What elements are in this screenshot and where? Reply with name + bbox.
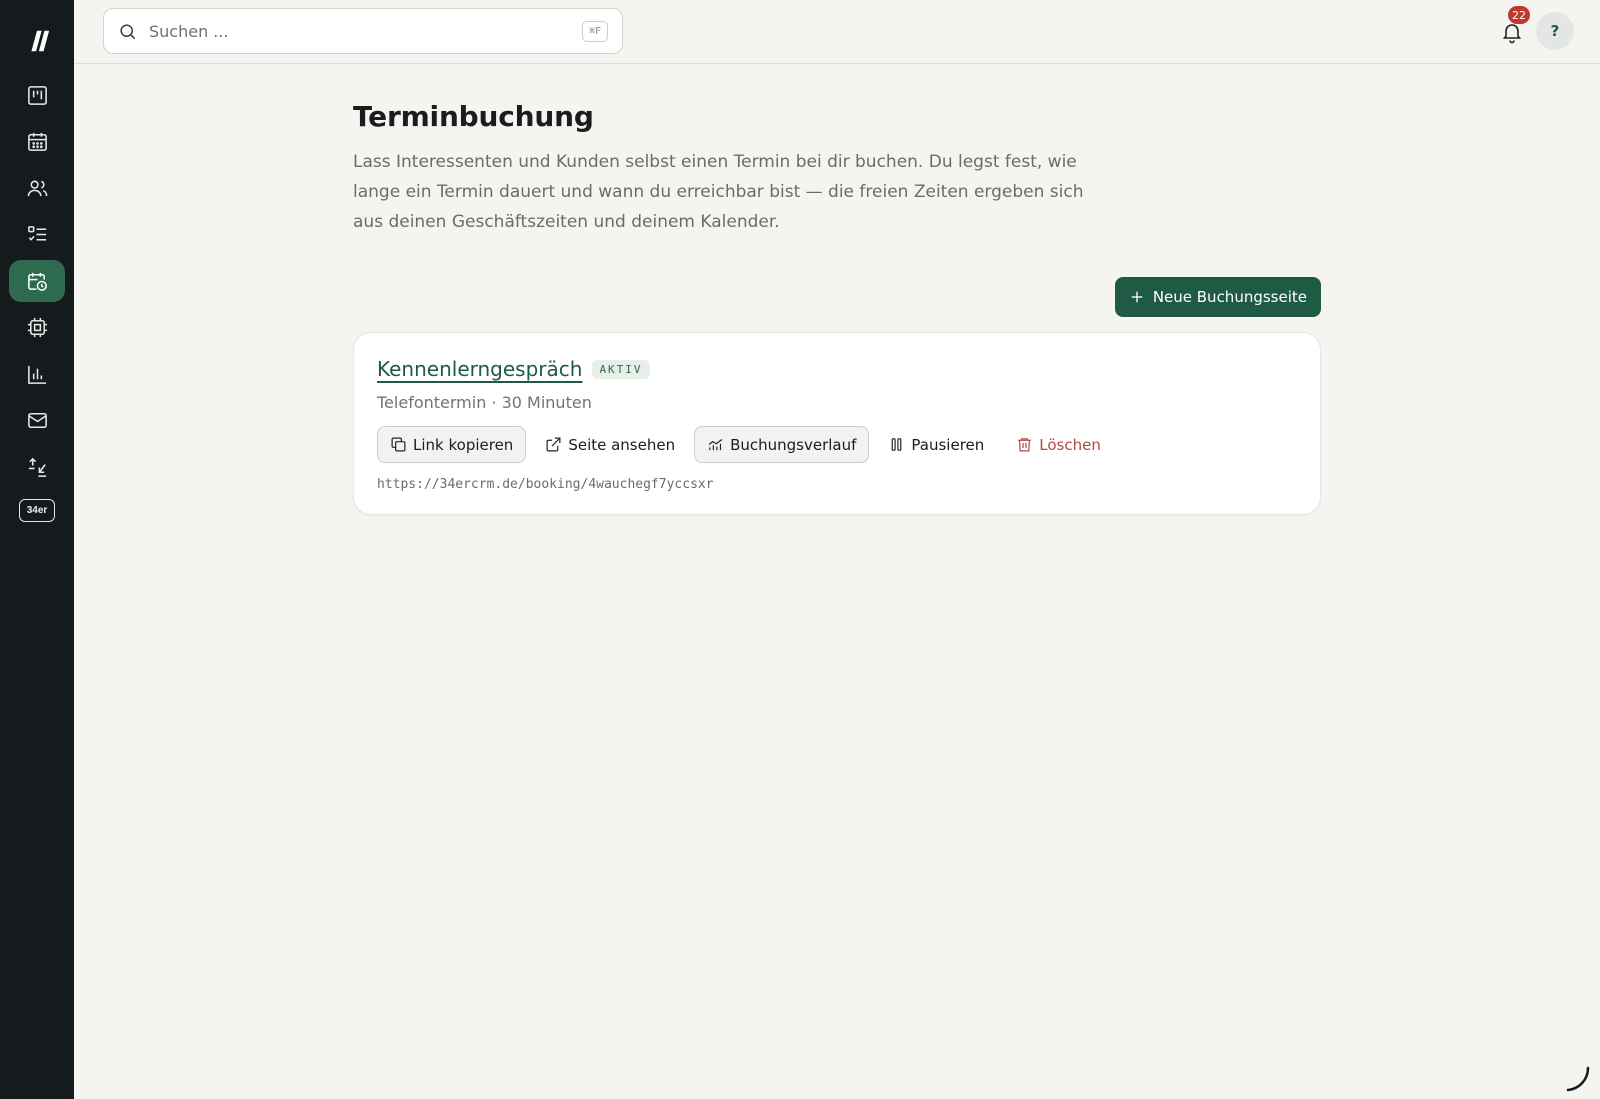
view-page-label: Seite ansehen — [568, 435, 676, 454]
users-icon — [27, 180, 47, 196]
new-booking-page-button[interactable]: Neue Buchungsseite — [1114, 277, 1321, 317]
mail-icon — [27, 413, 47, 428]
help-button[interactable]: ? — [1536, 12, 1574, 50]
sidebar-item-calendar[interactable] — [9, 121, 65, 163]
plus-icon — [1131, 291, 1143, 303]
kanban-board-icon — [27, 85, 47, 105]
booking-page-title-link[interactable]: Kennenlerngespräch — [377, 357, 582, 381]
search-input[interactable] — [149, 21, 582, 41]
calendar-icon — [27, 132, 47, 151]
booking-page-url: https://34ercrm.de/booking/4wauchegf7ycc… — [377, 477, 714, 492]
page-description: Lass Interessenten und Kunden selbst ein… — [353, 152, 1084, 232]
page-title: Terminbuchung — [353, 100, 594, 133]
sidebar-item-automation[interactable] — [9, 307, 65, 349]
trend-chart-icon — [708, 439, 723, 451]
sidebar-item-booking[interactable] — [9, 260, 65, 302]
topbar: ⌘F 22 ? — [74, 0, 1600, 64]
sidebar-item-reports[interactable] — [9, 353, 65, 395]
loading-spinner-icon — [1566, 1066, 1590, 1092]
chip-icon — [27, 317, 47, 338]
external-link-icon — [546, 437, 561, 452]
brand-badge[interactable]: 34er — [19, 498, 55, 522]
status-badge: AKTIV — [592, 359, 650, 379]
main-content: Terminbuchung Lass Interessenten und Kun… — [353, 100, 1321, 515]
sidebar-item-contacts[interactable] — [9, 167, 65, 209]
sidebar-item-import-export[interactable] — [9, 446, 65, 488]
sidebar-item-mail[interactable] — [9, 400, 65, 442]
slash-logo-icon[interactable] — [22, 26, 52, 56]
pause-label: Pausieren — [911, 435, 985, 454]
sidebar: 34er — [0, 0, 74, 1099]
delete-button[interactable]: Löschen — [1003, 426, 1114, 463]
notification-count-badge: 22 — [1508, 6, 1530, 24]
search-shortcut-hint: ⌘F — [581, 20, 608, 42]
toolbar: Neue Buchungsseite — [353, 277, 1321, 317]
new-booking-page-label: Neue Buchungsseite — [1152, 288, 1307, 306]
booking-page-card: Kennenlerngespräch AKTIV Telefontermin ·… — [353, 332, 1321, 515]
booking-page-actions: Link kopieren Seite ansehen Buchungsverl… — [377, 426, 1297, 463]
search-icon — [120, 23, 136, 39]
view-page-button[interactable]: Seite ansehen — [532, 426, 688, 463]
delete-label: Löschen — [1039, 435, 1101, 454]
copy-icon — [391, 437, 406, 452]
pause-button[interactable]: Pausieren — [875, 426, 997, 463]
copy-link-button[interactable]: Link kopieren — [377, 426, 527, 463]
calendar-clock-icon — [27, 272, 47, 291]
pause-icon — [892, 438, 902, 451]
booking-history-label: Buchungsverlauf — [730, 435, 857, 454]
booking-page-subtitle: Telefontermin · 30 Minuten — [377, 393, 592, 412]
booking-page-header: Kennenlerngespräch AKTIV — [377, 357, 1297, 381]
bar-chart-icon — [27, 365, 46, 384]
search-box[interactable]: ⌘F — [103, 8, 623, 54]
sidebar-nav — [9, 74, 65, 493]
copy-link-label: Link kopieren — [413, 435, 514, 454]
sidebar-item-tasks[interactable] — [9, 214, 65, 256]
task-list-icon — [27, 226, 46, 241]
import-export-icon — [28, 457, 46, 477]
sidebar-item-board[interactable] — [9, 74, 65, 116]
booking-history-button[interactable]: Buchungsverlauf — [694, 426, 870, 463]
trash-icon — [1018, 438, 1032, 452]
